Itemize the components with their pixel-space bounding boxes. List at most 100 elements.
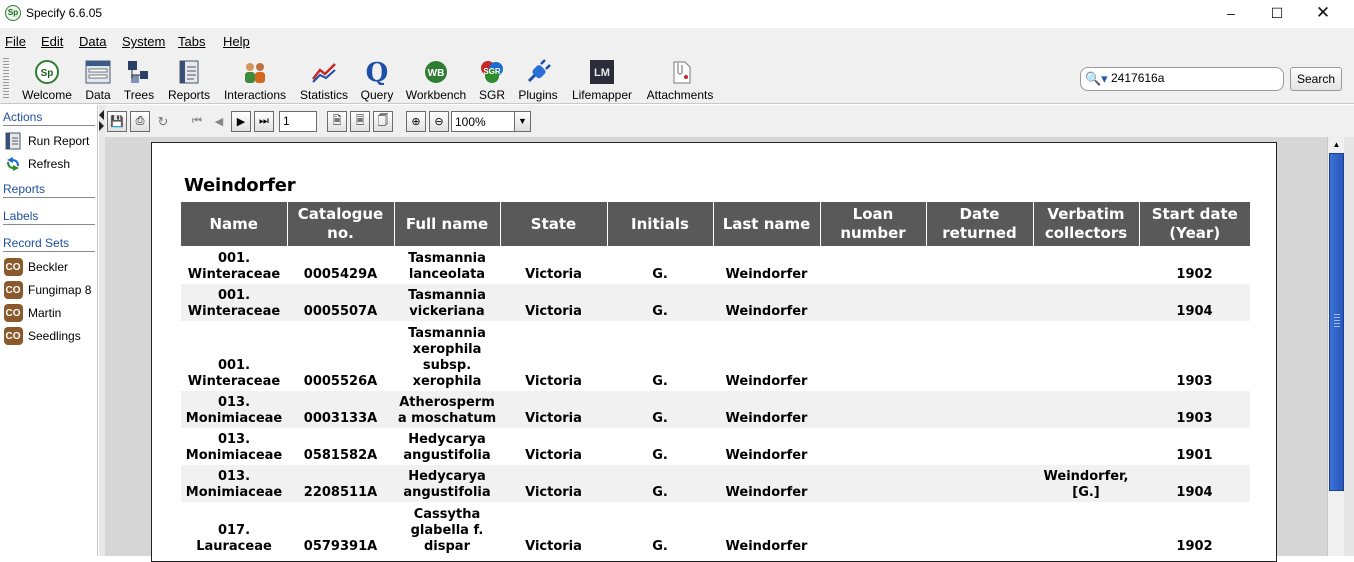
toolbar-grip[interactable] — [3, 58, 9, 100]
column-header: Initials — [607, 202, 714, 246]
menu-edit[interactable]: Edit — [41, 34, 63, 49]
window-title: Specify 6.6.05 — [26, 6, 103, 20]
plug-icon — [524, 58, 552, 86]
fit-page-icon: 🗏 — [355, 115, 365, 127]
interactions-button[interactable]: Interactions — [220, 57, 290, 103]
reload-button[interactable]: ↻ — [153, 111, 173, 132]
close-button[interactable]: ✕ — [1300, 0, 1346, 28]
svg-text:Q: Q — [366, 59, 389, 85]
next-page-button[interactable]: ▶ — [231, 111, 251, 132]
menu-system[interactable]: System — [122, 34, 165, 49]
scrollbar-thumb[interactable] — [1329, 153, 1344, 491]
workbench-wb-icon: WB — [422, 58, 450, 86]
save-button[interactable]: 💾 — [107, 111, 127, 132]
reports-button[interactable]: Reports — [164, 57, 214, 103]
zoom-in-button[interactable]: ⊕ — [406, 111, 426, 132]
attachment-icon — [666, 58, 694, 86]
record-set-item[interactable]: CO Martin — [3, 303, 61, 323]
plugins-button[interactable]: Plugins — [514, 57, 562, 103]
first-page-button[interactable]: ⏮ — [187, 111, 207, 132]
sidebar-item-run-report[interactable]: Run Report — [3, 131, 89, 151]
tree-icon — [125, 58, 153, 86]
refresh-icon — [3, 155, 23, 173]
menu-file[interactable]: File — [5, 34, 26, 49]
expand-right-icon[interactable] — [99, 121, 104, 131]
last-page-button[interactable]: ⏭ — [254, 111, 274, 132]
data-form-icon — [84, 58, 112, 86]
column-header: Name — [181, 202, 288, 246]
sidebar-section-labels[interactable]: Labels — [3, 209, 95, 225]
zoom-out-icon: ⊖ — [434, 116, 444, 128]
svg-text:SGR: SGR — [483, 67, 501, 76]
page-icon: 🗎 — [332, 115, 342, 127]
next-page-icon: ▶ — [236, 116, 246, 128]
report-table: Name Catalogue no. Full name State Initi… — [181, 202, 1250, 556]
previous-page-button[interactable]: ◀ — [209, 111, 229, 132]
report-icon — [3, 132, 23, 150]
report-page: Weindorfer Name Catalogue no. Full name … — [151, 142, 1277, 562]
workbench-button[interactable]: WB Workbench — [402, 57, 470, 103]
menu-data[interactable]: Data — [79, 34, 106, 49]
fit-width-icon: 🗍 — [377, 115, 389, 127]
zoom-in-icon: ⊕ — [411, 116, 421, 128]
table-row: 013. Monimiaceae 0581582A Hedycarya angust… — [185, 432, 1213, 463]
collection-object-icon: CO — [3, 327, 23, 345]
column-header: State — [500, 202, 608, 246]
statistics-button[interactable]: Statistics — [296, 57, 352, 103]
sidebar-section-actions[interactable]: Actions — [3, 110, 95, 126]
record-set-item[interactable]: CO Seedlings — [3, 326, 81, 346]
lifemapper-button[interactable]: LM Lifemapper — [568, 57, 636, 103]
sidebar-section-reports[interactable]: Reports — [3, 182, 95, 198]
people-icon — [241, 58, 269, 86]
sidebar-section-record-sets[interactable]: Record Sets — [3, 236, 95, 252]
query-button[interactable]: Q Query — [358, 57, 396, 103]
chevron-down-icon[interactable]: ▼ — [514, 112, 530, 131]
specify-logo-icon: Sp — [33, 58, 61, 86]
column-header: Catalogue no. — [287, 202, 395, 246]
collapse-left-icon[interactable] — [99, 110, 104, 120]
sidebar-item-refresh[interactable]: Refresh — [3, 154, 70, 174]
record-set-item[interactable]: CO Fungimap 8 — [3, 280, 91, 300]
search-button[interactable]: Search — [1290, 67, 1342, 91]
table-row: 013. Monimiaceae 0003133A Atherosperm a mo… — [181, 391, 1250, 428]
main-toolbar: Sp Welcome Data Trees Reports Interactio… — [0, 54, 1354, 104]
last-page-icon: ⏭ — [259, 115, 269, 127]
vertical-scrollbar[interactable]: ▲ — [1327, 137, 1344, 556]
minimize-button[interactable]: – — [1208, 0, 1254, 28]
search-input[interactable] — [1111, 71, 1279, 85]
attachments-button[interactable]: Attachments — [642, 57, 718, 103]
report-icon — [175, 58, 203, 86]
data-button[interactable]: Data — [82, 57, 114, 103]
menu-tabs[interactable]: Tabs — [178, 34, 205, 49]
trees-button[interactable]: Trees — [120, 57, 158, 103]
page-number-input[interactable]: 1 — [279, 111, 317, 132]
maximize-button[interactable]: ☐ — [1254, 0, 1300, 28]
lifemapper-icon: LM — [588, 58, 616, 86]
report-viewer: 💾 ⎙ ↻ ⏮ ◀ ▶ ⏭ 1 🗎 🗏 🗍 ⊕ ⊖ 100% ▼ Weindor… — [105, 105, 1354, 562]
save-icon: 💾 — [110, 116, 124, 128]
scroll-up-icon[interactable]: ▲ — [1329, 138, 1344, 152]
menu-bar: File Edit Data System Tabs Help — [0, 28, 1354, 54]
search-field[interactable]: 🔍▾ — [1080, 67, 1284, 91]
collection-object-icon: CO — [3, 281, 23, 299]
collection-object-icon: CO — [3, 258, 23, 276]
fit-page-button[interactable]: 🗏 — [350, 111, 370, 132]
line-chart-icon — [310, 58, 338, 86]
zoom-select[interactable]: 100% ▼ — [451, 111, 531, 132]
previous-page-icon: ◀ — [214, 116, 224, 128]
column-header: Start date (Year) — [1139, 202, 1250, 246]
print-button[interactable]: ⎙ — [130, 111, 150, 132]
printer-icon: ⎙ — [135, 115, 145, 127]
zoom-out-button[interactable]: ⊖ — [429, 111, 449, 132]
actual-size-button[interactable]: 🗎 — [327, 111, 347, 132]
viewer-edge — [1344, 137, 1354, 556]
column-header: Verbatim collectors — [1033, 202, 1140, 246]
record-set-item[interactable]: CO Beckler — [3, 257, 68, 277]
table-row: 017. Lauraceae 0579391A Cassytha glabella … — [196, 507, 1213, 554]
report-title: Weindorfer — [184, 175, 296, 196]
table-row: 001. Winteraceae 0005526A Tasmannia xeroph… — [187, 326, 1213, 389]
sgr-button[interactable]: SGR SGR — [476, 57, 508, 103]
fit-width-button[interactable]: 🗍 — [373, 111, 393, 132]
menu-help[interactable]: Help — [223, 34, 250, 49]
welcome-button[interactable]: Sp Welcome — [18, 57, 76, 103]
